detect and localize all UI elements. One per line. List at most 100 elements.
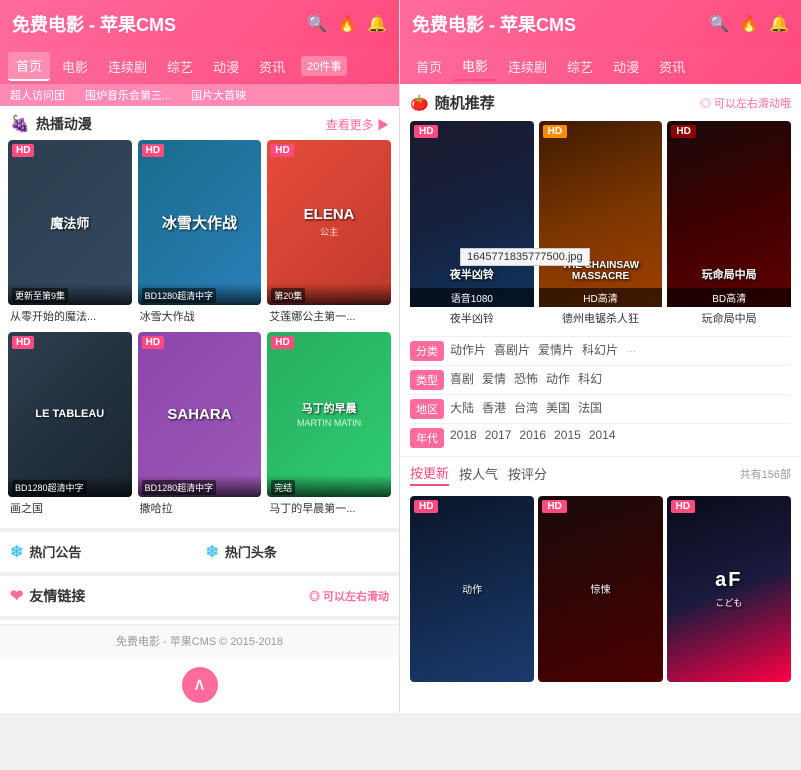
filter-year-2018[interactable]: 2018 <box>450 428 477 442</box>
random-card-3[interactable]: HD 玩命局中局 BD高清 玩命局中局 <box>667 121 791 326</box>
right-nav: 首页 电影 连续剧 综艺 动漫 资讯 <box>400 48 801 84</box>
filter-row-category: 分类 动作片 喜剧片 爱情片 科幻片 ... <box>410 336 791 361</box>
bottom-card-2[interactable]: HD 惊悚 <box>538 496 662 682</box>
random-poster-1: HD 夜半凶铃 语音1080 <box>410 121 534 307</box>
left-header-icons: 🔍 🔥 🔔 <box>307 14 387 34</box>
quality-badge-3: HD <box>671 125 695 138</box>
cover-main-3: ELENA <box>304 206 355 223</box>
nav-item-variety[interactable]: 综艺 <box>159 53 201 80</box>
movie-poster-6: HD 马丁的早晨 MARTIN MATIN 完结 <box>267 332 391 497</box>
bottom-card-3[interactable]: HD aF こども <box>667 496 791 682</box>
marquee-item-1[interactable]: 超人访问团 <box>10 87 65 103</box>
scroll-up-button[interactable]: ∧ <box>182 667 218 703</box>
nav-item-news[interactable]: 资讯 <box>251 53 293 80</box>
filter-year-2014[interactable]: 2014 <box>589 428 616 442</box>
right-nav-series[interactable]: 连续剧 <box>500 53 555 80</box>
filter-year-2017[interactable]: 2017 <box>485 428 512 442</box>
cover-sub-3: 公主 <box>320 225 338 238</box>
sort-tab-rating[interactable]: 按评分 <box>508 464 547 485</box>
rc2-inner: THE CHAINSAWMASSACRE <box>539 121 663 307</box>
left-app-title: 免费电影 - 苹果CMS <box>12 11 176 37</box>
random-name-1: 夜半凶铃 <box>410 310 534 326</box>
random-card-2[interactable]: HD THE CHAINSAWMASSACRE HD高清 德州电锯杀人狂 <box>539 121 663 326</box>
sort-tab-update[interactable]: 按更新 <box>410 463 449 486</box>
filter-region-hk[interactable]: 香港 <box>482 399 506 416</box>
left-footer: 免费电影 - 苹果CMS © 2015-2018 <box>0 624 399 657</box>
anime-sub-badge-2: BD1280超清中字 <box>142 288 217 303</box>
filter-item-romance[interactable]: 爱情片 <box>538 341 574 358</box>
anime-overlay-1: 更新至第9集 <box>8 283 132 305</box>
movie-card-6[interactable]: HD 马丁的早晨 MARTIN MATIN 完结 马丁的早晨第一... <box>267 332 391 516</box>
filter-item-action[interactable]: 动作片 <box>450 341 486 358</box>
filter-region-tw[interactable]: 台湾 <box>514 399 538 416</box>
cover-main-6: 马丁的早晨 <box>302 400 357 416</box>
random-card-1[interactable]: HD 夜半凶铃 语音1080 夜半凶铃 <box>410 121 534 326</box>
filter-year-2016[interactable]: 2016 <box>519 428 546 442</box>
hd-badge-4: HD <box>12 336 34 349</box>
marquee-bar: 超人访问团 围炉音乐会第三... 国片大首映 <box>0 84 399 106</box>
snowflake-icon-2: ❄ <box>206 542 219 562</box>
grape-icon: 🍇 <box>10 114 30 134</box>
search-icon[interactable]: 🔍 <box>307 14 327 34</box>
bottom-cover-text-2: 惊悚 <box>590 581 610 596</box>
bottom-sections-row: ❄ 热门公告 ❄ 热门头条 <box>0 536 399 568</box>
right-panel: 免费电影 - 苹果CMS 🔍 🔥 🔔 首页 电影 连续剧 综艺 动漫 资讯 🍅 … <box>400 0 801 713</box>
filter-label-category: 分类 <box>410 341 444 361</box>
filter-item-comedy[interactable]: 喜剧片 <box>494 341 530 358</box>
filter-type-scifi[interactable]: 科幻 <box>578 370 602 387</box>
bottom-card-1[interactable]: HD 动作 <box>410 496 534 682</box>
filter-type-comedy[interactable]: 喜剧 <box>450 370 474 387</box>
filter-label-type: 类型 <box>410 370 444 390</box>
nav-item-anime[interactable]: 动漫 <box>205 53 247 80</box>
left-nav: 首页 电影 连续剧 综艺 动漫 资讯 20件事 <box>0 48 399 84</box>
cover-main-5: SAHARA <box>167 406 231 423</box>
nav-item-series[interactable]: 连续剧 <box>100 53 155 80</box>
movie-poster-4: HD LE TABLEAU BD1280超清中字 <box>8 332 132 497</box>
nav-item-movie[interactable]: 电影 <box>54 53 96 80</box>
movie-card-4[interactable]: HD LE TABLEAU BD1280超清中字 画之国 <box>8 332 132 516</box>
filter-type-romance[interactable]: 爱情 <box>482 370 506 387</box>
right-nav-news[interactable]: 资讯 <box>651 53 693 80</box>
bottom-quality-1: HD <box>414 500 438 513</box>
bottom-movie-grid: HD 动作 HD 惊悚 HD aF こども <box>400 492 801 686</box>
filter-type-horror[interactable]: 恐怖 <box>514 370 538 387</box>
sort-tab-popularity[interactable]: 按人气 <box>459 464 498 485</box>
anime-card-3[interactable]: HD ELENA 公主 第20集 艾莲娜公主第一... <box>267 140 391 324</box>
right-search-icon[interactable]: 🔍 <box>709 14 729 34</box>
marquee-item-3[interactable]: 国片大首映 <box>191 87 246 103</box>
anime-more-link[interactable]: 查看更多 ▶ <box>326 116 389 133</box>
snowflake-icon-1: ❄ <box>10 542 23 562</box>
right-nav-movie[interactable]: 电影 <box>454 52 496 81</box>
nav-item-home[interactable]: 首页 <box>8 52 50 81</box>
movie-overlay-5: BD1280超清中字 <box>138 475 262 497</box>
right-nav-variety[interactable]: 综艺 <box>559 53 601 80</box>
filter-year-2015[interactable]: 2015 <box>554 428 581 442</box>
anime-card-1[interactable]: HD 魔法师 更新至第9集 从零开始的魔法... <box>8 140 132 324</box>
anime-card-2[interactable]: HD 冰雪大作战 BD1280超清中字 冰雪大作战 <box>138 140 262 324</box>
filter-region-mainland[interactable]: 大陆 <box>450 399 474 416</box>
filename-tooltip: 1645771835777500.jpg <box>460 248 590 266</box>
right-nav-anime[interactable]: 动漫 <box>605 53 647 80</box>
bottom-poster-2: HD 惊悚 <box>538 496 662 682</box>
movie-card-5[interactable]: HD SAHARA BD1280超清中字 撒哈拉 <box>138 332 262 516</box>
marquee-item-2[interactable]: 围炉音乐会第三... <box>85 87 171 103</box>
right-bell-icon[interactable]: 🔔 <box>769 14 789 34</box>
anime-overlay-2: BD1280超清中字 <box>138 283 262 305</box>
movie-poster-5: HD SAHARA BD1280超清中字 <box>138 332 262 497</box>
rc3-title: 玩命局中局 <box>702 266 757 282</box>
filter-region-us[interactable]: 美国 <box>546 399 570 416</box>
rc3-inner: 玩命局中局 <box>667 121 791 307</box>
headline-section: ❄ 热门头条 <box>206 542 390 562</box>
fire-icon[interactable]: 🔥 <box>337 14 357 34</box>
filter-type-action[interactable]: 动作 <box>546 370 570 387</box>
right-nav-home[interactable]: 首页 <box>408 53 450 80</box>
cover-text-5: SAHARA <box>138 332 262 497</box>
filter-region-fr[interactable]: 法国 <box>578 399 602 416</box>
cover-text-2: 冰雪大作战 <box>138 140 262 305</box>
filter-item-scifi[interactable]: 科幻片 <box>582 341 618 358</box>
scroll-up-container: ∧ <box>0 657 399 713</box>
right-fire-icon[interactable]: 🔥 <box>739 14 759 34</box>
af-text: aF <box>715 569 742 592</box>
bell-icon[interactable]: 🔔 <box>367 14 387 34</box>
filter-item-more[interactable]: ... <box>626 341 636 358</box>
